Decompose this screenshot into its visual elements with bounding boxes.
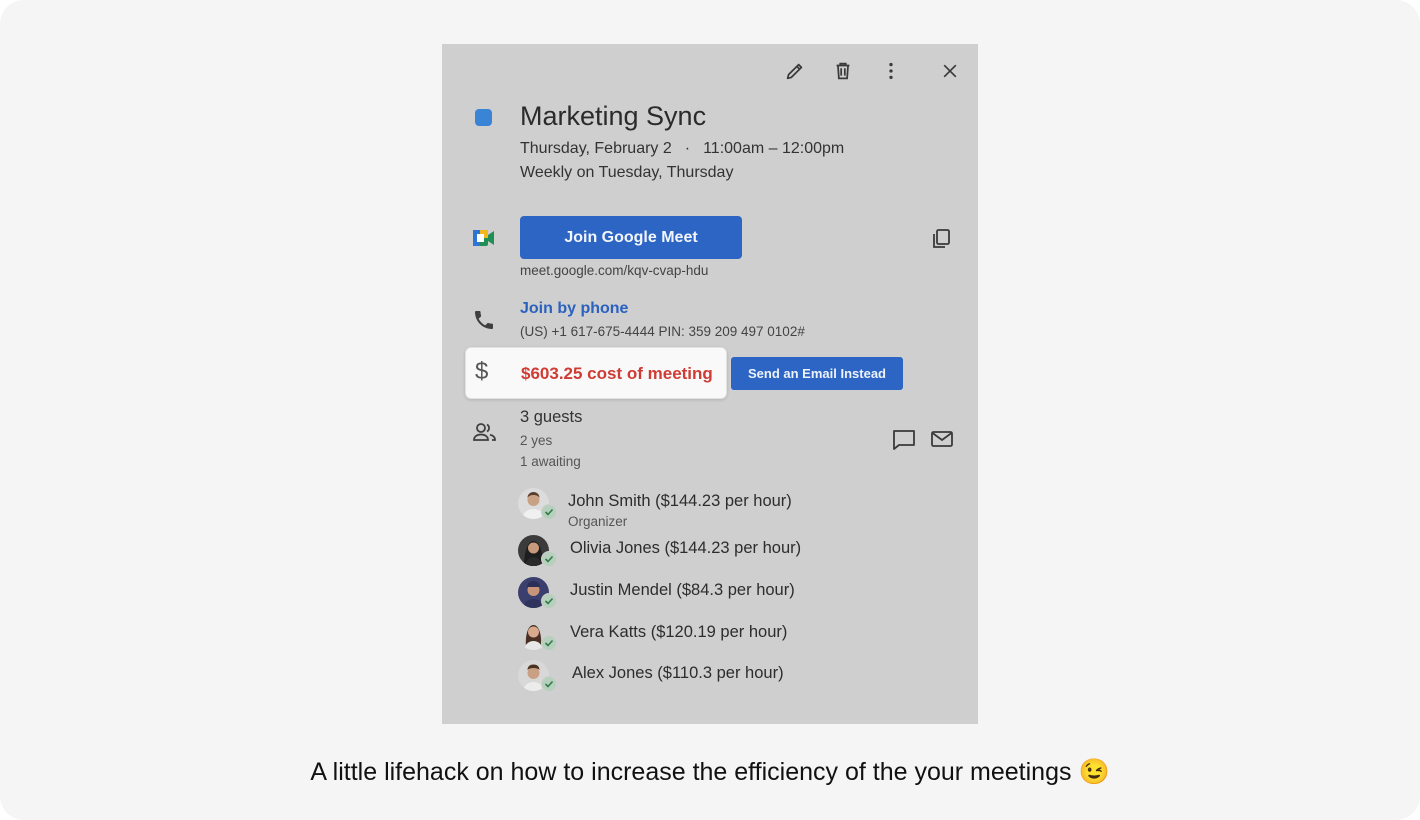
event-datetime: Thursday, February 2 · 11:00am – 12:00pm (520, 140, 844, 158)
join-google-meet-button[interactable]: Join Google Meet (520, 216, 742, 259)
trash-icon[interactable] (830, 58, 856, 84)
send-email-instead-button[interactable]: Send an Email Instead (731, 357, 903, 390)
pencil-icon[interactable] (782, 58, 808, 84)
chat-icon[interactable] (891, 428, 917, 457)
dollar-icon: $ (475, 358, 489, 385)
guest-name: Olivia Jones ($144.23 per hour) (570, 539, 802, 557)
datetime-separator: · (684, 140, 691, 157)
guests-yes-count: 2 yes (520, 433, 553, 448)
event-recurrence: Weekly on Tuesday, Thursday (520, 164, 734, 181)
event-time: 11:00am – 12:00pm (703, 140, 845, 157)
accepted-check-icon (541, 635, 557, 651)
more-vert-icon[interactable] (878, 58, 904, 84)
join-by-phone-link[interactable]: Join by phone (520, 300, 628, 318)
guest-name: John Smith ($144.23 per hour) (568, 492, 792, 510)
accepted-check-icon (541, 676, 557, 692)
meet-url[interactable]: meet.google.com/kqv-cvap-hdu (520, 263, 708, 278)
post-card: Marketing Sync Thursday, February 2 · 11:0… (0, 0, 1420, 820)
guests-awaiting-count: 1 awaiting (520, 454, 581, 469)
accepted-check-icon (541, 551, 557, 567)
copy-icon[interactable] (929, 227, 953, 256)
guests-count: 3 guests (520, 408, 583, 426)
guest-name: Alex Jones ($110.3 per hour) (572, 664, 784, 682)
guest-role: Organizer (568, 514, 628, 529)
phone-details: (US) +1 617-675-4444 PIN: 359 209 497 01… (520, 324, 805, 339)
accepted-check-icon (541, 504, 557, 520)
event-details-popup: Marketing Sync Thursday, February 2 · 11:0… (442, 44, 978, 724)
meeting-cost-box: $ $603.25 cost of meeting (465, 347, 727, 399)
people-icon (472, 420, 498, 449)
meeting-cost-text: $603.25 cost of meeting (521, 364, 713, 383)
post-caption: A little lifehack on how to increase the… (310, 758, 1110, 786)
event-date: Thursday, February 2 (520, 140, 672, 157)
event-color-square (475, 109, 492, 126)
phone-icon (472, 308, 496, 337)
google-meet-icon (472, 228, 496, 253)
guest-name: Vera Katts ($120.19 per hour) (570, 623, 788, 641)
accepted-check-icon (541, 593, 557, 609)
close-icon[interactable] (937, 58, 963, 84)
event-title: Marketing Sync (520, 101, 707, 131)
guest-name: Justin Mendel ($84.3 per hour) (570, 581, 795, 599)
mail-icon[interactable] (930, 429, 954, 454)
